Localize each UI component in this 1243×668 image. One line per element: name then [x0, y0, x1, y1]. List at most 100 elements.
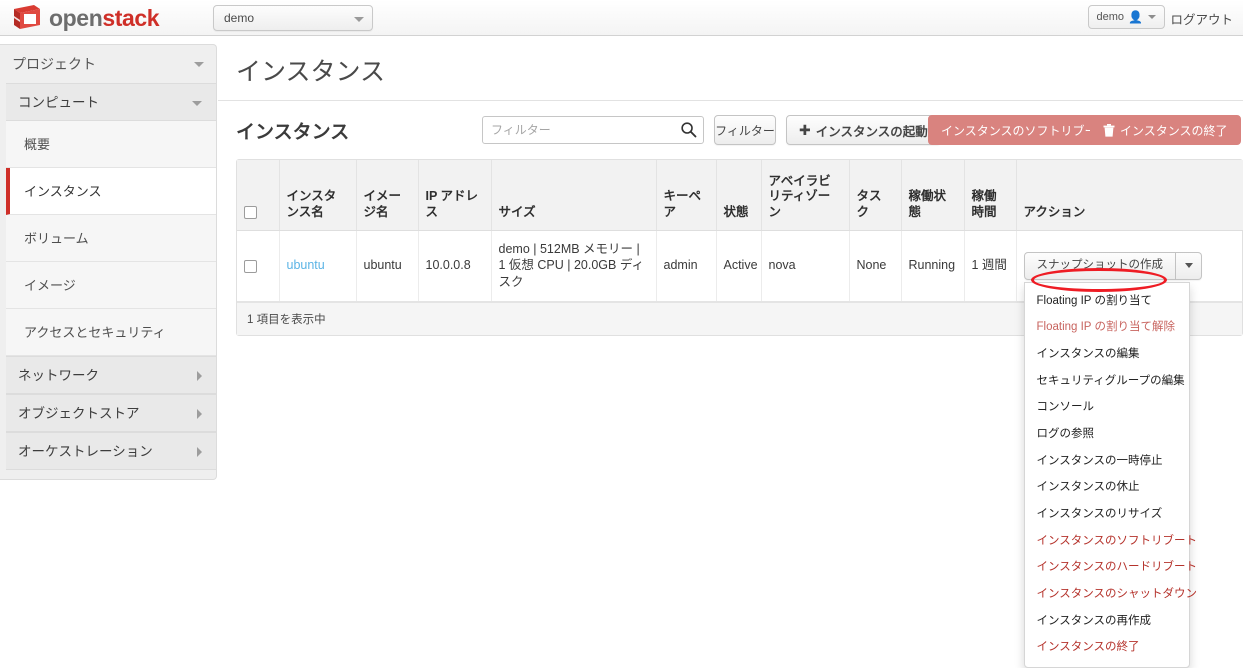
cell-task: None — [849, 230, 902, 303]
cell-actions: スナップショットの作成 Floating IP の割り当て Floating I… — [1016, 230, 1243, 668]
actions-split-button: スナップショットの作成 Floating IP の割り当て Floating I… — [1023, 251, 1202, 668]
menu-item-soft-reboot-instance[interactable]: インスタンスのソフトリブート — [1025, 528, 1198, 555]
table-header-row-group: インスタンス名 イメージ名 IP アドレス サイズ キーペア 状態 アベイラビリ… — [237, 160, 1243, 231]
column-header-select-all — [237, 160, 280, 231]
user-menu-button[interactable]: demo 👤 — [1087, 5, 1165, 29]
actions-dropdown-toggle[interactable] — [1176, 251, 1202, 280]
column-header-task[interactable]: タスク — [849, 160, 902, 231]
sidebar-group-label: オブジェクトストア — [18, 406, 140, 421]
menu-item-shutdown-instance[interactable]: インスタンスのシャットダウン — [1025, 581, 1198, 608]
sidebar-item-label: 概要 — [24, 137, 51, 152]
launch-instance-button[interactable]: ✚ インスタンスの起動 — [786, 115, 941, 145]
menu-item-suspend-instance[interactable]: インスタンスの休止 — [1025, 474, 1189, 501]
create-snapshot-button[interactable]: スナップショットの作成 — [1023, 251, 1176, 280]
sidebar: プロジェクト コンピュート 概要 インスタンス ボリューム イメージ アクセスと… — [0, 44, 217, 480]
column-header-ip-address[interactable]: IP アドレス — [418, 160, 492, 231]
select-all-checkbox[interactable] — [244, 206, 257, 220]
row-checkbox-cell — [237, 230, 280, 303]
column-header-availability-zone[interactable]: アベイラビリティゾーン — [761, 160, 850, 231]
sidebar-item-label: アクセスとセキュリティ — [24, 325, 166, 340]
user-menu-label: demo — [1096, 11, 1125, 23]
column-header-instance-name[interactable]: インスタンス名 — [279, 160, 357, 231]
menu-item-hard-reboot-instance[interactable]: インスタンスのハードリブート — [1025, 554, 1198, 581]
chevron-down-icon — [192, 101, 202, 106]
sidebar-group-compute-label: コンピュート — [18, 95, 99, 110]
cell-power-state: Running — [901, 230, 965, 303]
sidebar-item-overview[interactable]: 概要 — [6, 121, 216, 168]
chevron-down-icon — [354, 17, 364, 22]
sidebar-group-network[interactable]: ネットワーク — [6, 356, 216, 394]
row-select-checkbox[interactable] — [244, 259, 257, 273]
menu-item-rebuild-instance[interactable]: インスタンスの再作成 — [1025, 608, 1189, 635]
column-header-uptime[interactable]: 稼働時間 — [964, 160, 1017, 231]
plus-icon: ✚ — [799, 121, 811, 138]
sidebar-item-instances[interactable]: インスタンス — [6, 168, 216, 215]
brand-open-text: open — [49, 4, 103, 31]
project-selector-value: demo — [224, 11, 255, 25]
table-body: ubuntu ubuntu 10.0.0.8 demo | 512MB メモリー… — [237, 230, 1243, 668]
section-title: インスタンス — [236, 121, 350, 143]
table-row: ubuntu ubuntu 10.0.0.8 demo | 512MB メモリー… — [237, 230, 1243, 668]
brand-logo-text: openstack — [49, 4, 160, 31]
cell-size: demo | 512MB メモリー | 1 仮想 CPU | 20.0GB ディ… — [491, 230, 657, 303]
soft-reboot-label: インスタンスのソフトリブート — [941, 123, 1109, 138]
top-navigation-bar: openstack demo demo 👤 ログアウト — [0, 0, 1243, 36]
filter-button-label: フィルター — [715, 123, 775, 138]
chevron-down-icon — [1184, 263, 1193, 269]
menu-item-edit-instance[interactable]: インスタンスの編集 — [1025, 341, 1189, 368]
column-header-power-state[interactable]: 稼働状態 — [901, 160, 965, 231]
column-header-status[interactable]: 状態 — [716, 160, 762, 231]
sidebar-item-access-security[interactable]: アクセスとセキュリティ — [6, 309, 216, 356]
sidebar-header-label: プロジェクト — [12, 56, 96, 72]
trash-icon — [1103, 123, 1115, 137]
person-icon: 👤 — [1128, 10, 1143, 24]
sidebar-item-volumes[interactable]: ボリューム — [6, 215, 216, 262]
openstack-cube-logo-icon — [14, 5, 40, 29]
instance-name-link[interactable]: ubuntu — [287, 258, 325, 272]
sidebar-group-label: ネットワーク — [18, 368, 99, 383]
table-header-row: インスタンス名 イメージ名 IP アドレス サイズ キーペア 状態 アベイラビリ… — [237, 160, 1243, 231]
terminate-instances-button[interactable]: インスタンスの終了 — [1090, 115, 1241, 145]
cell-status: Active — [716, 230, 762, 303]
column-header-actions: アクション — [1016, 160, 1243, 231]
cell-uptime: 1 週間 — [964, 230, 1017, 303]
search-icon[interactable] — [680, 121, 697, 138]
menu-item-pause-instance[interactable]: インスタンスの一時停止 — [1025, 448, 1189, 475]
cell-image-name: ubuntu — [356, 230, 419, 303]
menu-item-terminate-instance[interactable]: インスタンスの終了 — [1025, 634, 1189, 661]
column-header-size[interactable]: サイズ — [491, 160, 657, 231]
sidebar-header-project[interactable]: プロジェクト — [0, 45, 216, 83]
menu-item-resize-instance[interactable]: インスタンスのリサイズ — [1025, 501, 1189, 528]
column-header-image-name[interactable]: イメージ名 — [356, 160, 419, 231]
chevron-down-icon — [194, 62, 204, 67]
launch-instance-label: インスタンスの起動 — [815, 124, 928, 139]
actions-dropdown-menu: Floating IP の割り当て Floating IP の割り当て解除 イン… — [1023, 281, 1198, 668]
table-toolbar: インスタンス フィルター ✚ インスタンスの起動 インスタンスのソフトリブート — [218, 101, 1243, 159]
sidebar-group-object-store[interactable]: オブジェクトストア — [6, 394, 216, 432]
search-input[interactable] — [482, 116, 704, 144]
sidebar-item-images[interactable]: イメージ — [6, 262, 216, 309]
menu-item-associate-floating-ip[interactable]: Floating IP の割り当て — [1025, 288, 1189, 315]
chevron-right-icon — [197, 371, 202, 381]
sidebar-item-label: インスタンス — [24, 184, 102, 199]
cell-instance-name: ubuntu — [279, 230, 357, 303]
sidebar-group-compute[interactable]: コンピュート — [6, 83, 216, 121]
filter-button[interactable]: フィルター — [714, 115, 776, 145]
brand-logo[interactable]: openstack — [12, 3, 160, 33]
menu-item-console[interactable]: コンソール — [1025, 394, 1189, 421]
logout-link[interactable]: ログアウト — [1170, 9, 1233, 28]
cell-availability-zone: nova — [761, 230, 850, 303]
page-title: インスタンス — [218, 36, 1243, 101]
menu-item-disassociate-floating-ip[interactable]: Floating IP の割り当て解除 — [1025, 314, 1189, 341]
sidebar-group-orchestration[interactable]: オーケストレーション — [6, 432, 216, 470]
menu-item-view-log[interactable]: ログの参照 — [1025, 421, 1189, 448]
chevron-down-icon — [1148, 15, 1156, 19]
instances-table-wrapper: インスタンス名 イメージ名 IP アドレス サイズ キーペア 状態 アベイラビリ… — [236, 159, 1243, 668]
menu-item-edit-security-groups[interactable]: セキュリティグループの編集 — [1025, 368, 1189, 395]
project-selector[interactable]: demo — [213, 5, 373, 31]
sidebar-item-label: ボリューム — [24, 231, 89, 246]
sidebar-item-label: イメージ — [24, 278, 76, 293]
brand-stack-text: stack — [102, 4, 160, 31]
column-header-keypair[interactable]: キーペア — [656, 160, 717, 231]
terminate-label: インスタンスの終了 — [1120, 123, 1228, 138]
